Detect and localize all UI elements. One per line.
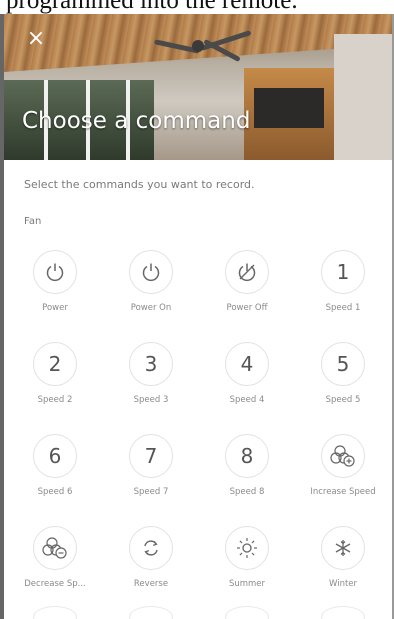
command-decrease-speed[interactable]: Decrease Sp... [8,526,102,589]
command-speed-2[interactable]: 2 Speed 2 [8,342,102,405]
caption-fragment: programmed into the remote. [6,0,298,14]
command-label: Reverse [133,579,169,589]
command-speed-3-button[interactable]: 3 [129,342,173,386]
command-summer[interactable]: Summer [200,526,294,589]
command-power-off-button[interactable] [225,250,269,294]
command-label: Speed 3 [133,395,169,405]
command-speed-3[interactable]: 3 Speed 3 [104,342,198,405]
caption-fragment-strip: programmed into the remote. [0,0,394,14]
command-label: Power On [130,303,172,313]
power-off-icon [238,263,256,282]
snowflake-icon [335,540,351,556]
ceiling-fan-icon [192,40,204,52]
command-power-off[interactable]: Power Off [200,250,294,313]
command-winter-button[interactable] [321,526,365,570]
fan-increase-icon [330,445,355,467]
fan-decrease-icon [42,537,67,559]
command-decrease-speed-button[interactable] [33,526,77,570]
command-speed-2-button[interactable]: 2 [33,342,77,386]
header-image-wall [334,34,392,160]
header-image-fireplace [244,68,334,160]
close-button[interactable]: × [24,28,48,52]
command-speed-7-button[interactable]: 7 [129,434,173,478]
command-increase-speed-button[interactable] [321,434,365,478]
section-label-fan: Fan [24,216,42,227]
command-speed-1-button[interactable]: 1 [321,250,365,294]
command-speed-1[interactable]: 1 Speed 1 [296,250,390,313]
command-speed-5[interactable]: 5 Speed 5 [296,342,390,405]
power-icon [142,263,160,282]
command-summer-button[interactable] [225,526,269,570]
command-label: Winter [328,579,358,589]
command-reverse[interactable]: Reverse [104,526,198,589]
command-speed-8[interactable]: 8 Speed 8 [200,434,294,497]
command-label: Increase Speed [310,487,376,497]
command-label: Speed 6 [37,487,73,497]
reverse-icon [144,540,158,556]
command-speed-4-button[interactable]: 4 [225,342,269,386]
command-winter[interactable]: Winter [296,526,390,589]
close-icon: × [26,26,46,51]
command-label: Power [42,303,68,313]
command-label: Speed 2 [37,395,73,405]
sun-icon [237,538,257,558]
command-label: Speed 4 [229,395,265,405]
command-speed-8-button[interactable]: 8 [225,434,269,478]
power-icon [46,263,64,282]
command-label: Decrease Sp... [24,579,86,589]
command-speed-7[interactable]: 7 Speed 7 [104,434,198,497]
command-speed-6[interactable]: 6 Speed 6 [8,434,102,497]
next-row-partial [4,606,392,619]
app-screen: × Choose a command Select the commands y… [4,14,392,619]
command-label: Speed 7 [133,487,169,497]
command-speed-4[interactable]: 4 Speed 4 [200,342,294,405]
command-label: Speed 8 [229,487,265,497]
command-power[interactable]: Power [8,250,102,313]
command-increase-speed[interactable]: Increase Speed [296,434,390,497]
page-title: Choose a command [22,108,251,134]
command-label: Power Off [226,303,268,313]
command-label: Speed 1 [325,303,361,313]
command-label: Summer [228,579,266,589]
instructions-text: Select the commands you want to record. [24,178,255,191]
header-banner: × Choose a command [4,14,392,160]
command-power-button[interactable] [33,250,77,294]
command-speed-6-button[interactable]: 6 [33,434,77,478]
command-reverse-button[interactable] [129,526,173,570]
command-speed-5-button[interactable]: 5 [321,342,365,386]
command-power-on-button[interactable] [129,250,173,294]
command-power-on[interactable]: Power On [104,250,198,313]
command-label: Speed 5 [325,395,361,405]
